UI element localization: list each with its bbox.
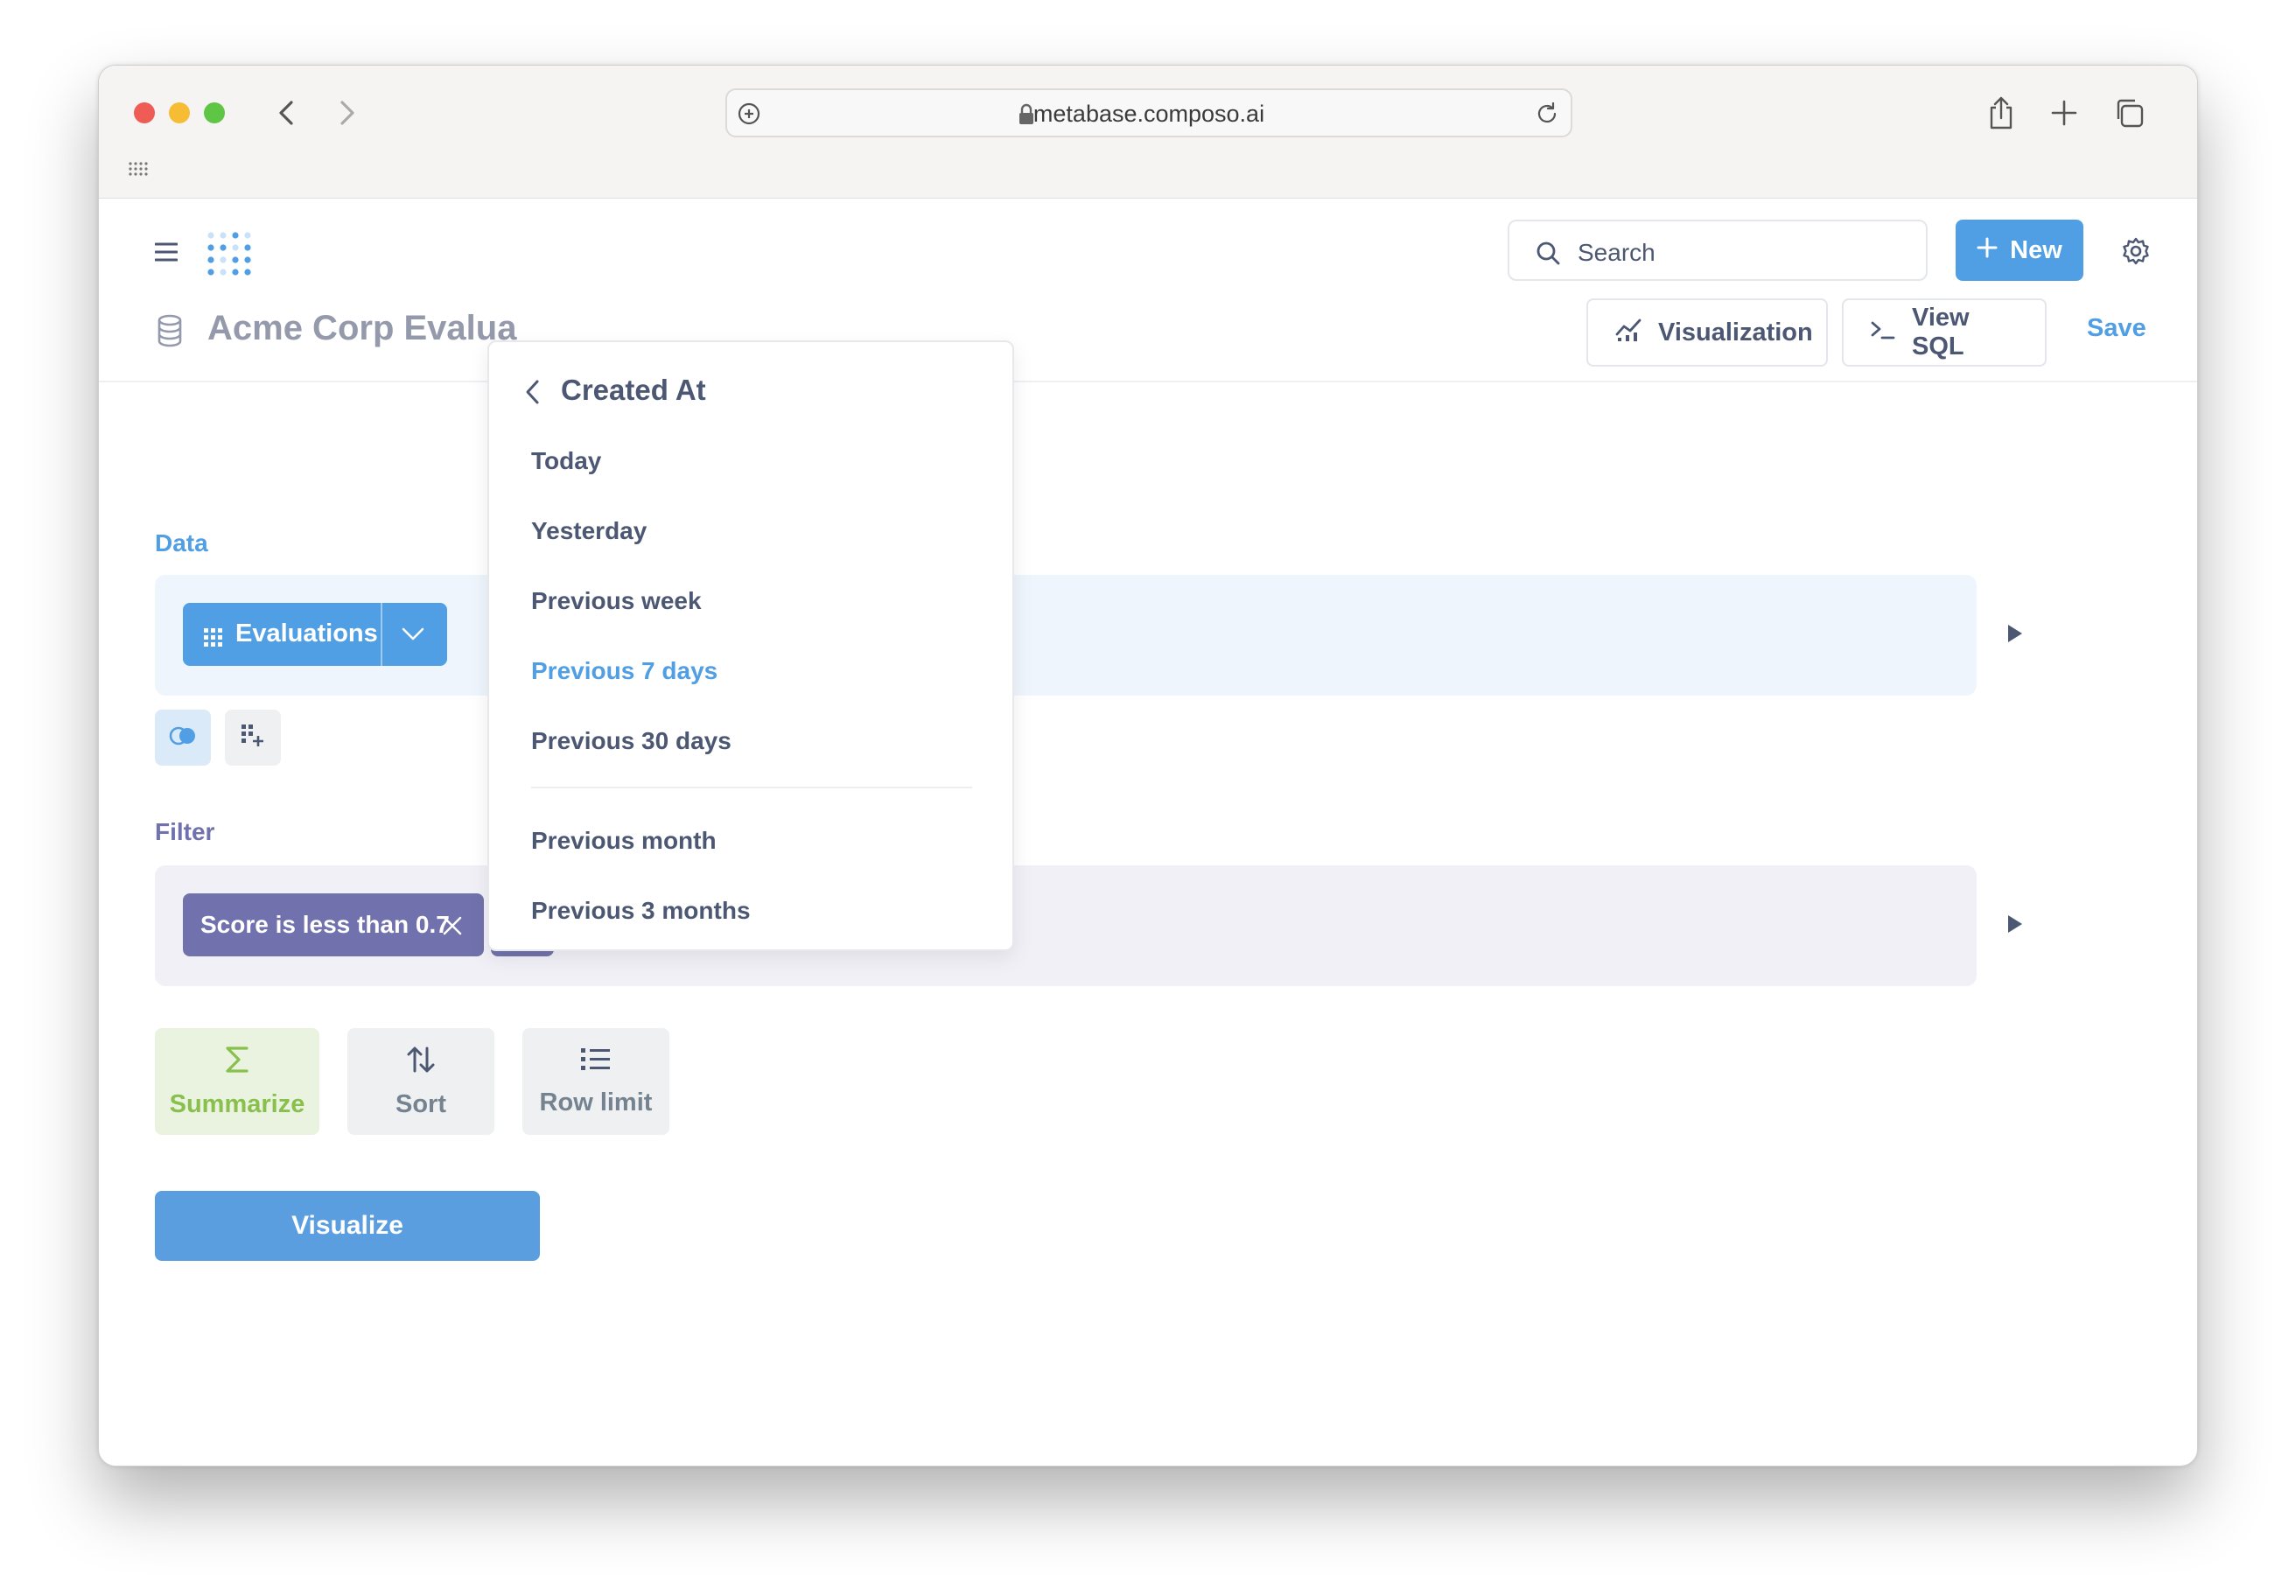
chevron-down-icon[interactable] [400,620,426,654]
data-section-label: Data [155,529,208,556]
minimize-window-button[interactable] [169,102,190,123]
date-option-previous-30-days[interactable]: Previous 30 days [531,727,732,755]
visualize-button[interactable]: Visualize [155,1191,540,1261]
line-chart-icon [1614,317,1642,348]
save-button[interactable]: Save [2087,314,2146,343]
reload-icon[interactable] [1534,101,1560,131]
date-option-previous-month[interactable]: Previous month [531,827,717,855]
data-source-pill[interactable]: Evaluations [183,603,447,666]
view-sql-button[interactable]: View SQL [1842,298,2047,367]
new-button-label: New [2010,235,2062,264]
sort-arrows-icon [406,1045,436,1082]
metabase-logo[interactable] [206,230,255,285]
back-chevron-icon[interactable] [524,379,542,410]
page-title[interactable]: Acme Corp Evalua [207,309,516,348]
metabase-app: Search New Acme Corp Evalua Visualizatio… [99,199,2197,1466]
date-filter-popover: Created At Today Yesterday Previous week… [487,340,1014,951]
visualization-button[interactable]: Visualization [1586,298,1828,367]
tabs-icon[interactable] [2108,92,2150,134]
row-limit-button[interactable]: Row limit [522,1028,669,1135]
visualization-button-label: Visualization [1658,318,1813,346]
custom-column-icon [242,724,264,752]
date-option-previous-3-months[interactable]: Previous 3 months [531,897,751,925]
browser-toolbar: metabase.composo.ai [99,66,2197,199]
hamburger-icon[interactable] [154,242,178,266]
play-icon[interactable] [2006,624,2024,648]
tab-overview-icon[interactable] [129,162,150,182]
custom-column-button[interactable] [225,710,281,766]
sigma-icon [224,1045,250,1082]
date-option-yesterday[interactable]: Yesterday [531,517,647,545]
zoom-window-button[interactable] [204,102,225,123]
new-button[interactable]: New [1956,220,2083,281]
play-icon[interactable] [2006,914,2024,938]
question-header: Acme Corp Evalua Visualization View SQL … [99,293,2197,382]
share-icon[interactable] [1980,92,2022,134]
filter-section-label: Filter [155,818,215,845]
view-sql-button-label: View SQL [1912,304,1970,360]
back-chevron-icon[interactable] [267,94,305,132]
terminal-icon [1870,318,1896,347]
filter-pill-label: Score is less than 0.7 [200,911,450,938]
new-tab-icon[interactable] [2043,92,2085,134]
summarize-label: Summarize [169,1089,305,1118]
gear-icon[interactable] [2122,237,2150,270]
search-input[interactable]: Search [1508,220,1928,281]
data-source-label: Evaluations [235,620,378,648]
join-data-button[interactable] [155,710,211,766]
table-grid-icon [204,626,223,654]
join-icon [169,726,197,750]
row-limit-label: Row limit [539,1088,653,1116]
close-window-button[interactable] [134,102,155,123]
list-icon [581,1046,611,1080]
address-bar[interactable]: metabase.composo.ai [725,88,1572,137]
close-icon[interactable] [442,914,463,942]
forward-chevron-icon[interactable] [328,94,367,132]
search-placeholder: Search [1578,239,1656,266]
database-icon [157,314,183,352]
popover-divider [531,787,972,788]
url-text: metabase.composo.ai [1032,101,1265,127]
sort-button[interactable]: Sort [347,1028,494,1135]
date-option-previous-7-days[interactable]: Previous 7 days [531,657,718,685]
sort-label: Sort [396,1089,446,1118]
popover-title[interactable]: Created At [561,374,706,407]
plus-icon [1977,236,1998,265]
browser-window: metabase.composo.ai Search New Acme Corp… [98,65,2198,1466]
date-option-today[interactable]: Today [531,447,601,475]
date-option-previous-week[interactable]: Previous week [531,587,702,615]
pill-separator [381,603,382,666]
summarize-button[interactable]: Summarize [155,1028,319,1135]
search-icon [1536,241,1560,270]
filter-pill[interactable]: Score is less than 0.7 [183,893,484,956]
